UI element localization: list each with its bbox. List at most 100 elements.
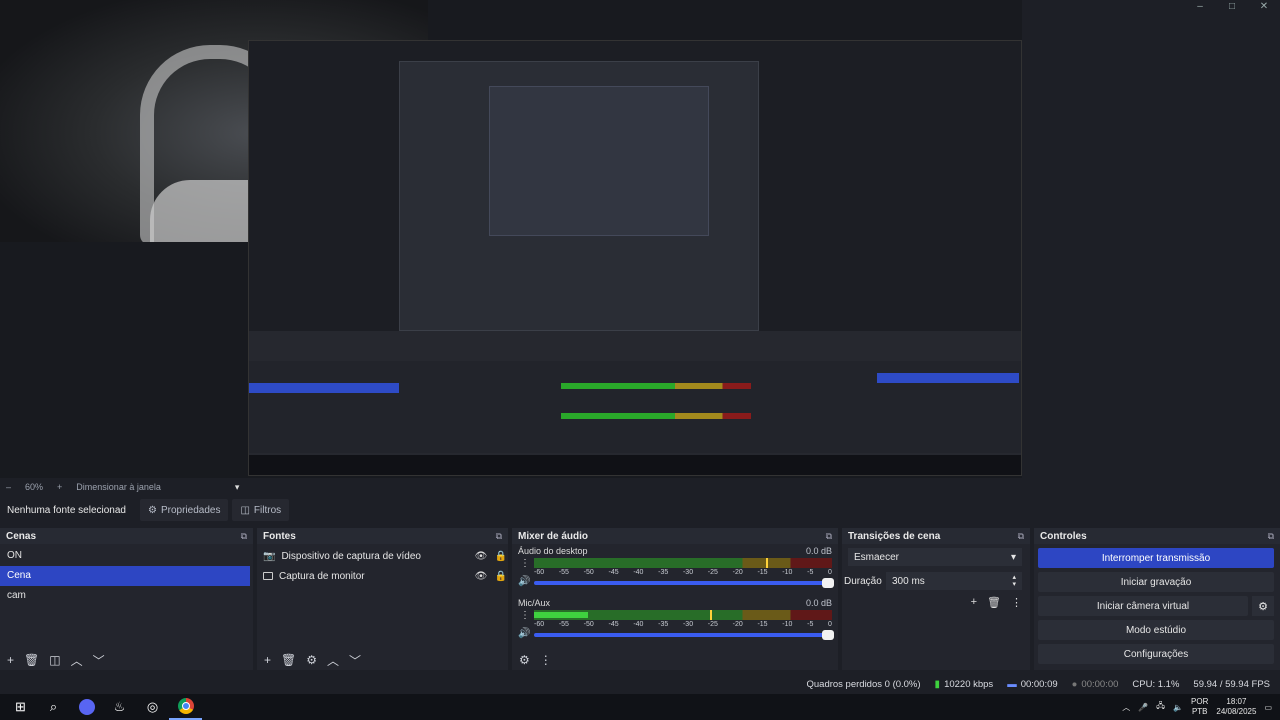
speaker-icon[interactable]: 🔊	[518, 576, 530, 587]
transitions-dock: Transições de cena ⧉ Esmaecer ▾ Duração 3…	[842, 528, 1030, 670]
dock-float-icon[interactable]: ⧉	[1018, 531, 1024, 542]
move-up-icon[interactable]: ︿	[71, 652, 83, 669]
meter-tick-label: -15	[757, 621, 768, 628]
notification-icon[interactable]: ▭	[1264, 703, 1272, 712]
start-recording-button[interactable]: Iniciar gravação	[1038, 572, 1274, 592]
meter-tick-label: -10	[782, 621, 793, 628]
dock-float-icon[interactable]: ⧉	[496, 531, 502, 542]
settings-button[interactable]: Configurações	[1038, 644, 1274, 664]
meter-ticks: -60 -55 -50 -45 -40 -35 -30 -25 -20 -15 -10 -5 0	[534, 569, 832, 579]
nested-docks	[249, 361, 1021, 453]
dock-float-icon[interactable]: ⧉	[241, 531, 247, 542]
windows-start-icon[interactable]: ⊞	[4, 694, 37, 720]
trash-icon[interactable]: 🗑	[987, 596, 1001, 609]
meter-tick-label: -50	[583, 569, 594, 576]
scene-item-cam[interactable]: cam	[0, 586, 253, 606]
zoom-out-button[interactable]: –	[6, 482, 11, 492]
source-item-monitor-capture[interactable]: Captura de monitor 👁 🔒	[257, 566, 508, 586]
gear-icon[interactable]: ⚙	[306, 653, 317, 667]
source-label: Dispositivo de captura de vídeo	[281, 550, 421, 562]
volume-knob[interactable]	[822, 630, 834, 640]
source-item-video-capture[interactable]: 📷 Dispositivo de captura de vídeo 👁 🔒	[257, 546, 508, 566]
properties-label: Propriedades	[160, 504, 221, 516]
more-icon[interactable]: ⋮	[540, 653, 552, 667]
add-icon[interactable]: +	[971, 596, 977, 609]
record-icon: ●	[1071, 678, 1078, 690]
dock-float-icon[interactable]: ⧉	[1268, 531, 1274, 542]
filters-label: Filtros	[253, 504, 282, 516]
meter-tick-label: -20	[732, 569, 743, 576]
lang-bottom: PTB	[1191, 707, 1208, 716]
properties-button[interactable]: ⚙ Propriedades	[140, 499, 229, 521]
close-icon[interactable]: ✕	[1248, 0, 1280, 14]
audio-mixer-dock: Mixer de áudio ⧉ Áudio do desktop 0.0 dB …	[512, 528, 838, 670]
more-icon[interactable]: ⋮	[520, 610, 530, 621]
nested-meter-1	[561, 383, 751, 389]
trash-icon[interactable]: 🗑	[281, 653, 296, 667]
filter-icon[interactable]: ◫	[49, 653, 60, 667]
maximize-icon[interactable]: □	[1216, 0, 1248, 14]
chrome-icon[interactable]	[169, 694, 202, 720]
stop-stream-button[interactable]: Interromper transmissão	[1038, 548, 1274, 568]
chevron-down-icon: ▾	[1010, 551, 1016, 563]
transition-select[interactable]: Esmaecer ▾	[848, 548, 1022, 566]
volume-knob[interactable]	[822, 578, 834, 588]
bitrate-group: ▮ 10220 kbps	[935, 679, 994, 690]
gear-icon[interactable]: ⚙	[519, 653, 530, 667]
add-icon[interactable]: +	[7, 653, 14, 667]
preview-area[interactable]: – □ ✕	[0, 0, 1280, 481]
dock-float-icon[interactable]: ⧉	[826, 531, 832, 542]
scene-item-cena[interactable]: Cena	[0, 566, 250, 586]
studio-mode-button[interactable]: Modo estúdio	[1038, 620, 1274, 640]
scenes-title: Cenas	[6, 530, 37, 542]
add-icon[interactable]: +	[264, 653, 271, 667]
chevron-up-icon[interactable]: ︿	[1122, 702, 1130, 713]
more-icon[interactable]: ⋮	[520, 558, 530, 569]
meter-tick-label: -55	[558, 569, 569, 576]
speaker-icon[interactable]: 🔊	[518, 628, 530, 639]
start-virtual-camera-button[interactable]: Iniciar câmera virtual	[1038, 596, 1248, 616]
volume-slider[interactable]	[534, 630, 834, 640]
channel-db: 0.0 dB	[805, 546, 832, 556]
mic-icon[interactable]: 🎤	[1138, 703, 1148, 712]
steam-icon[interactable]: ♨	[103, 694, 136, 720]
zoom-in-button[interactable]: +	[57, 482, 62, 492]
scene-item-on[interactable]: ON	[0, 546, 253, 566]
discord-icon[interactable]	[70, 694, 103, 720]
obs-icon[interactable]: ◎	[136, 694, 169, 720]
spinner-icon[interactable]: ▴ ▾	[1012, 574, 1016, 588]
lock-icon[interactable]: 🔒	[494, 571, 508, 582]
nested-preview-3	[489, 86, 709, 236]
language-indicator[interactable]: POR PTB	[1191, 697, 1208, 717]
filters-button[interactable]: ◫ Filtros	[232, 499, 290, 521]
channel-db: 0.0 dB	[805, 598, 832, 608]
fps: 59.94 / 59.94 FPS	[1193, 678, 1270, 690]
lock-icon[interactable]: 🔒	[494, 551, 508, 562]
controls-dock: Controles ⧉ Interromper transmissão Inici…	[1034, 528, 1280, 670]
minimize-icon[interactable]: –	[1184, 0, 1216, 14]
gear-icon[interactable]: ⚙	[1252, 596, 1274, 616]
eye-icon[interactable]: 👁	[474, 551, 488, 562]
move-down-icon[interactable]: ﹀	[93, 652, 105, 669]
move-up-icon[interactable]: ︿	[327, 652, 339, 669]
move-down-icon[interactable]: ﹀	[349, 652, 361, 669]
network-icon[interactable]: 🖧	[1156, 700, 1165, 714]
meter-tick-label: -5	[807, 621, 814, 628]
clock[interactable]: 18:07 24/08/2025	[1216, 697, 1256, 717]
level-meter	[534, 610, 832, 620]
more-icon[interactable]: ⋮	[1011, 596, 1022, 609]
fit-to-window-button[interactable]: Dimensionar à janela	[76, 482, 161, 492]
volume-icon[interactable]: 🔈	[1173, 703, 1183, 712]
search-icon[interactable]: ⌕	[37, 694, 70, 720]
status-bar: Quadros perdidos 0 (0.0%) ▮ 10220 kbps ▬ 0…	[0, 674, 1280, 694]
duration-input[interactable]: 300 ms ▴ ▾	[886, 572, 1022, 590]
rec-time: 00:00:00	[1081, 678, 1119, 690]
stream-icon: ▬	[1007, 678, 1017, 690]
lang-top: POR	[1191, 697, 1209, 706]
time: 18:07	[1226, 697, 1247, 706]
volume-slider[interactable]	[534, 578, 834, 588]
eye-icon[interactable]: 👁	[474, 571, 488, 582]
trash-icon[interactable]: 🗑	[24, 653, 39, 667]
fit-dropdown-icon[interactable]: ▾	[235, 482, 240, 493]
meter-fill	[534, 612, 588, 618]
